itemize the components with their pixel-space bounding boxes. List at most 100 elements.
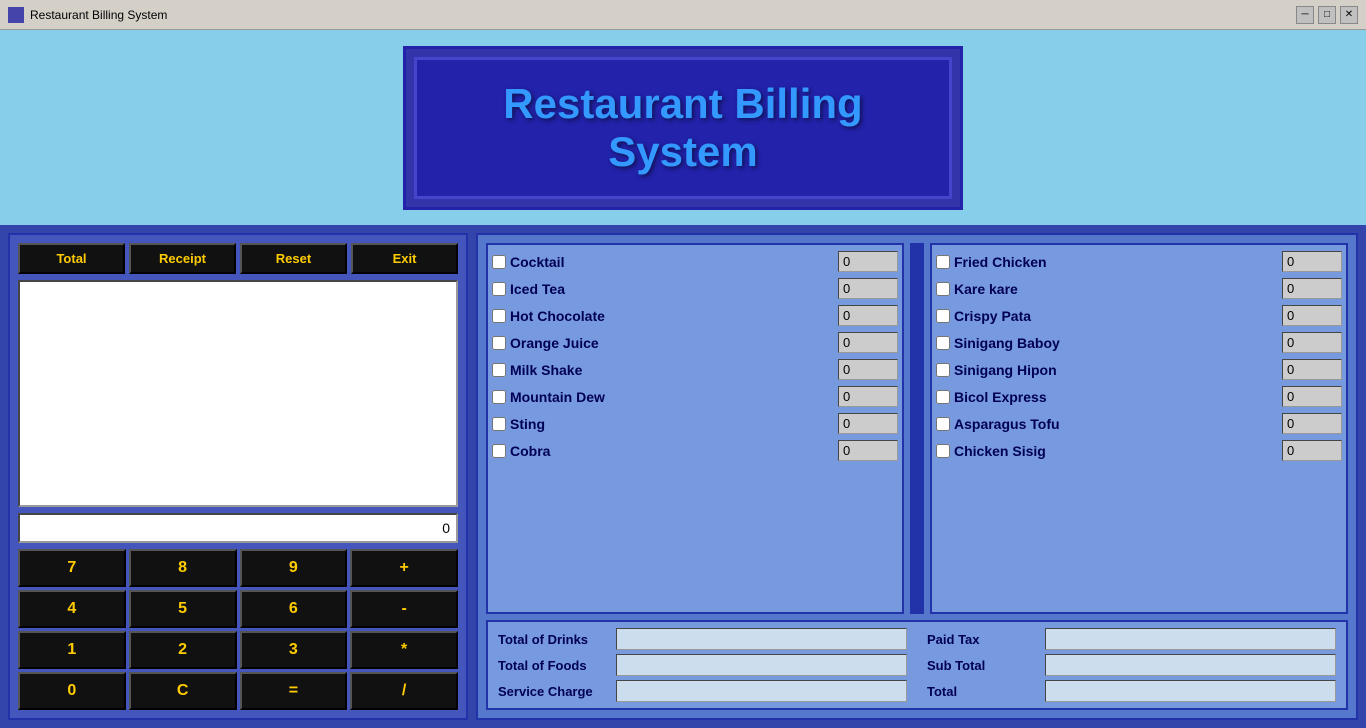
calc-3[interactable]: 3 [240, 631, 348, 669]
action-button-row: Total Receipt Reset Exit [18, 243, 458, 274]
calc-5[interactable]: 5 [129, 590, 237, 628]
cobra-checkbox[interactable] [492, 444, 506, 458]
total-drinks-row: Total of Drinks [498, 628, 907, 650]
iced-tea-input[interactable] [838, 278, 898, 299]
total-row: Total [927, 680, 1336, 702]
receipt-button[interactable]: Receipt [129, 243, 236, 274]
food-item-4: Sinigang Hipon [936, 357, 1342, 382]
calc-multiply[interactable]: * [350, 631, 458, 669]
maximize-button[interactable]: □ [1318, 6, 1336, 24]
calc-minus[interactable]: - [350, 590, 458, 628]
sinigang-hipon-checkbox[interactable] [936, 363, 950, 377]
sub-total-input[interactable] [1045, 654, 1336, 676]
bicol-express-input[interactable] [1282, 386, 1342, 407]
food-item-1: Kare kare [936, 276, 1342, 301]
fried-chicken-input[interactable] [1282, 251, 1342, 272]
main-content: Total Receipt Reset Exit 0 7 8 9 + 4 5 6… [0, 225, 1366, 728]
mountain-dew-checkbox[interactable] [492, 390, 506, 404]
total-input[interactable] [1045, 680, 1336, 702]
calc-0[interactable]: 0 [18, 672, 126, 710]
reset-button[interactable]: Reset [240, 243, 347, 274]
total-foods-label: Total of Foods [498, 658, 608, 673]
drink-item-2: Hot Chocolate [492, 303, 898, 328]
cobra-label: Cobra [510, 443, 834, 459]
crispy-pata-label: Crispy Pata [954, 308, 1278, 324]
chicken-sisig-input[interactable] [1282, 440, 1342, 461]
sub-total-label: Sub Total [927, 658, 1037, 673]
header-section: Restaurant Billing System [0, 30, 1366, 225]
drink-item-6: Sting [492, 411, 898, 436]
milk-shake-input[interactable] [838, 359, 898, 380]
totals-left: Total of Drinks Total of Foods Service C… [498, 628, 907, 702]
total-foods-input[interactable] [616, 654, 907, 676]
cocktail-checkbox[interactable] [492, 255, 506, 269]
calc-8[interactable]: 8 [129, 549, 237, 587]
calc-2[interactable]: 2 [129, 631, 237, 669]
minimize-button[interactable]: ─ [1296, 6, 1314, 24]
sting-checkbox[interactable] [492, 417, 506, 431]
asparagus-tofu-input[interactable] [1282, 413, 1342, 434]
drink-item-7: Cobra [492, 438, 898, 463]
hot-chocolate-input[interactable] [838, 305, 898, 326]
milk-shake-label: Milk Shake [510, 362, 834, 378]
orange-juice-input[interactable] [838, 332, 898, 353]
crispy-pata-input[interactable] [1282, 305, 1342, 326]
calc-4[interactable]: 4 [18, 590, 126, 628]
left-panel: Total Receipt Reset Exit 0 7 8 9 + 4 5 6… [8, 233, 468, 720]
paid-tax-input[interactable] [1045, 628, 1336, 650]
cocktail-input[interactable] [838, 251, 898, 272]
drink-item-0: Cocktail [492, 249, 898, 274]
iced-tea-checkbox[interactable] [492, 282, 506, 296]
app-icon [8, 7, 24, 23]
food-item-3: Sinigang Baboy [936, 330, 1342, 355]
kare-kare-input[interactable] [1282, 278, 1342, 299]
milk-shake-checkbox[interactable] [492, 363, 506, 377]
service-charge-row: Service Charge [498, 680, 907, 702]
food-item-6: Asparagus Tofu [936, 411, 1342, 436]
mountain-dew-input[interactable] [838, 386, 898, 407]
service-charge-input[interactable] [616, 680, 907, 702]
calc-clear[interactable]: C [129, 672, 237, 710]
calc-1[interactable]: 1 [18, 631, 126, 669]
items-section: Cocktail Iced Tea Hot Chocolate Orange J… [486, 243, 1348, 614]
header-outer-box: Restaurant Billing System [403, 46, 963, 210]
drink-item-4: Milk Shake [492, 357, 898, 382]
bicol-express-checkbox[interactable] [936, 390, 950, 404]
paid-tax-label: Paid Tax [927, 632, 1037, 647]
title-bar-left: Restaurant Billing System [8, 7, 167, 23]
sinigang-hipon-input[interactable] [1282, 359, 1342, 380]
drink-item-1: Iced Tea [492, 276, 898, 301]
crispy-pata-checkbox[interactable] [936, 309, 950, 323]
exit-button[interactable]: Exit [351, 243, 458, 274]
calc-plus[interactable]: + [350, 549, 458, 587]
total-foods-row: Total of Foods [498, 654, 907, 676]
kare-kare-checkbox[interactable] [936, 282, 950, 296]
calc-9[interactable]: 9 [240, 549, 348, 587]
total-drinks-input[interactable] [616, 628, 907, 650]
sting-input[interactable] [838, 413, 898, 434]
calc-7[interactable]: 7 [18, 549, 126, 587]
chicken-sisig-checkbox[interactable] [936, 444, 950, 458]
calc-equals[interactable]: = [240, 672, 348, 710]
mountain-dew-label: Mountain Dew [510, 389, 834, 405]
calc-6[interactable]: 6 [240, 590, 348, 628]
app-title: Restaurant Billing System [503, 80, 862, 175]
sub-total-row: Sub Total [927, 654, 1336, 676]
right-panel: Cocktail Iced Tea Hot Chocolate Orange J… [476, 233, 1358, 720]
total-button[interactable]: Total [18, 243, 125, 274]
drink-item-5: Mountain Dew [492, 384, 898, 409]
calc-display: 0 [18, 513, 458, 543]
orange-juice-checkbox[interactable] [492, 336, 506, 350]
totals-right: Paid Tax Sub Total Total [927, 628, 1336, 702]
hot-chocolate-checkbox[interactable] [492, 309, 506, 323]
fried-chicken-checkbox[interactable] [936, 255, 950, 269]
sinigang-baboy-input[interactable] [1282, 332, 1342, 353]
asparagus-tofu-checkbox[interactable] [936, 417, 950, 431]
sinigang-baboy-checkbox[interactable] [936, 336, 950, 350]
receipt-display [18, 280, 458, 507]
cobra-input[interactable] [838, 440, 898, 461]
close-button[interactable]: ✕ [1340, 6, 1358, 24]
title-bar: Restaurant Billing System ─ □ ✕ [0, 0, 1366, 30]
calc-divide[interactable]: / [350, 672, 458, 710]
title-bar-controls: ─ □ ✕ [1296, 6, 1358, 24]
